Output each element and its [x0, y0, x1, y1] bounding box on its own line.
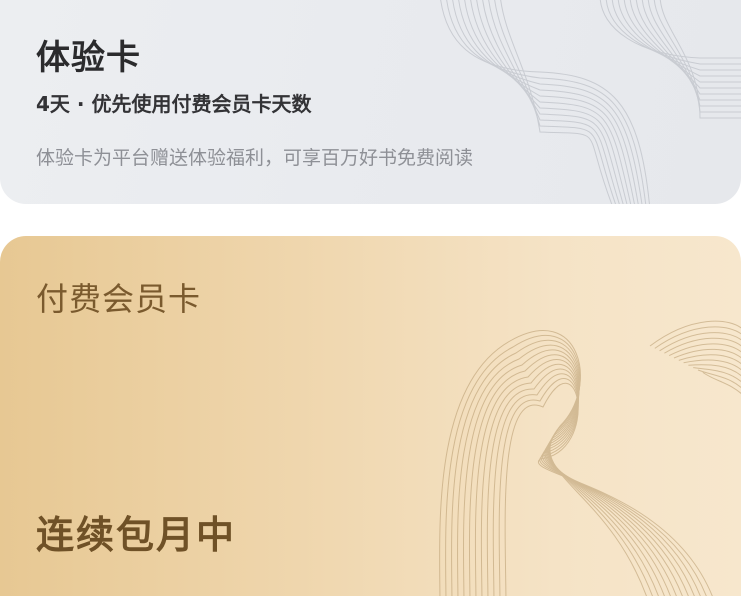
trial-card-subtitle: 4天 · 优先使用付费会员卡天数: [36, 92, 312, 116]
paid-member-card[interactable]: 付费会员卡 连续包月中: [0, 236, 741, 596]
paid-card-title: 付费会员卡: [36, 280, 202, 318]
trial-card-title: 体验卡: [36, 38, 141, 78]
trial-card[interactable]: 体验卡 4天 · 优先使用付费会员卡天数 体验卡为平台赠送体验福利，可享百万好书…: [0, 0, 741, 204]
subscription-status: 连续包月中: [36, 513, 237, 557]
trial-card-description: 体验卡为平台赠送体验福利，可享百万好书免费阅读: [36, 147, 474, 169]
